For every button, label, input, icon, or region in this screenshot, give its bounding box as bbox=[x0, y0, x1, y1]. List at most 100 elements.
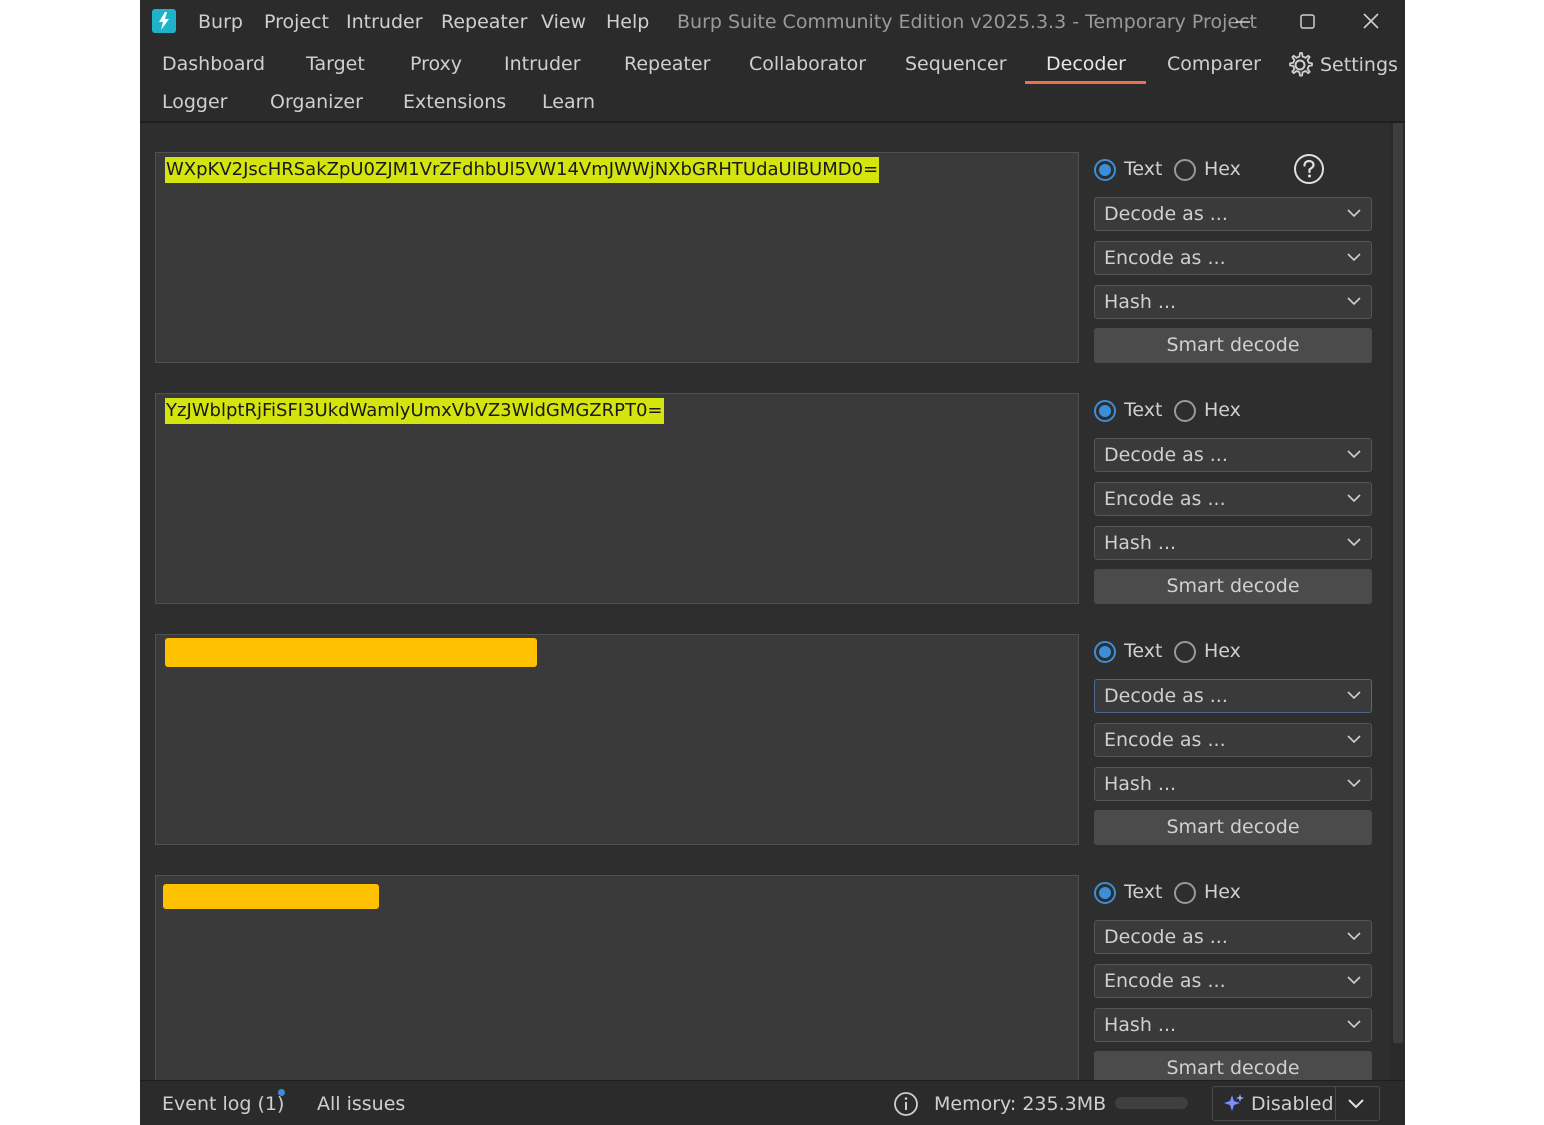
editor-2-text: YzJWblptRjFiSFI3UkdWamlyUmxVbVZ3WldGMGZR… bbox=[165, 398, 664, 424]
menu-burp[interactable]: Burp bbox=[198, 11, 243, 33]
format-toggle-1: Text Hex bbox=[1094, 158, 1294, 187]
tab-intruder[interactable]: Intruder bbox=[504, 53, 581, 75]
menu-project[interactable]: Project bbox=[264, 11, 329, 33]
hex-radio-1[interactable] bbox=[1174, 159, 1196, 181]
text-radio-3[interactable] bbox=[1094, 641, 1116, 663]
window-title: Burp Suite Community Edition v2025.3.3 -… bbox=[677, 11, 1257, 33]
hex-radio-2[interactable] bbox=[1174, 400, 1196, 422]
ai-state-label: Disabled bbox=[1251, 1093, 1334, 1115]
minimize-button[interactable] bbox=[1223, 6, 1263, 38]
text-radio-label-2: Text bbox=[1124, 399, 1163, 421]
tab-settings[interactable]: Settings bbox=[1320, 54, 1398, 76]
scrollbar-thumb[interactable] bbox=[1393, 123, 1403, 1043]
tab-proxy[interactable]: Proxy bbox=[410, 53, 462, 75]
tab-target[interactable]: Target bbox=[306, 53, 365, 75]
help-icon[interactable] bbox=[1293, 153, 1325, 185]
chevron-down-icon bbox=[1347, 779, 1361, 788]
chevron-down-icon bbox=[1347, 691, 1361, 700]
tab-logger[interactable]: Logger bbox=[162, 91, 228, 113]
smart-decode-button-1[interactable]: Smart decode bbox=[1094, 328, 1372, 363]
encode-as-label-3: Encode as ... bbox=[1104, 729, 1226, 751]
tab-comparer[interactable]: Comparer bbox=[1167, 53, 1261, 75]
editor-1-text: WXpKV2JscHRSakZpU0ZJM1VrZFdhbUl5VW14VmJW… bbox=[165, 157, 880, 183]
smart-decode-button-3[interactable]: Smart decode bbox=[1094, 810, 1372, 845]
text-radio-2[interactable] bbox=[1094, 400, 1116, 422]
chevron-down-icon bbox=[1347, 538, 1361, 547]
decoder-editor-2[interactable]: YzJWblptRjFiSFI3UkdWamlyUmxVbVZ3WldGMGZR… bbox=[155, 393, 1079, 604]
maximize-button[interactable] bbox=[1287, 6, 1327, 38]
close-button[interactable] bbox=[1351, 6, 1391, 38]
memory-readout: Memory: 235.3MB bbox=[934, 1093, 1107, 1115]
event-log-link[interactable]: Event log (1) bbox=[162, 1093, 284, 1115]
decode-as-select-1[interactable]: Decode as ... bbox=[1094, 197, 1372, 231]
format-toggle-3: Text Hex bbox=[1094, 640, 1294, 669]
hex-radio-label-1: Hex bbox=[1204, 158, 1241, 180]
decode-as-label-2: Decode as ... bbox=[1104, 444, 1228, 466]
decode-as-select-4[interactable]: Decode as ... bbox=[1094, 920, 1372, 954]
hash-label-1: Hash ... bbox=[1104, 291, 1177, 313]
text-radio-label-4: Text bbox=[1124, 881, 1163, 903]
tab-learn[interactable]: Learn bbox=[542, 91, 595, 113]
hex-radio-label-3: Hex bbox=[1204, 640, 1241, 662]
hash-label-4: Hash ... bbox=[1104, 1014, 1177, 1036]
chevron-down-icon bbox=[1347, 253, 1361, 262]
notification-dot bbox=[278, 1089, 285, 1096]
chevron-down-icon bbox=[1347, 209, 1361, 218]
encode-as-select-3[interactable]: Encode as ... bbox=[1094, 723, 1372, 757]
chevron-down-icon bbox=[1347, 976, 1361, 985]
title-bar: Burp Project Intruder Repeater View Help… bbox=[140, 0, 1405, 46]
hex-radio-label-2: Hex bbox=[1204, 399, 1241, 421]
tab-repeater[interactable]: Repeater bbox=[624, 53, 710, 75]
active-tab-indicator bbox=[1025, 81, 1146, 84]
menu-view[interactable]: View bbox=[541, 11, 586, 33]
encode-as-select-4[interactable]: Encode as ... bbox=[1094, 964, 1372, 998]
tab-sequencer[interactable]: Sequencer bbox=[905, 53, 1007, 75]
decode-as-label-3: Decode as ... bbox=[1104, 685, 1228, 707]
hex-radio-label-4: Hex bbox=[1204, 881, 1241, 903]
gear-icon[interactable] bbox=[1285, 50, 1315, 80]
menu-help[interactable]: Help bbox=[606, 11, 649, 33]
hash-label-2: Hash ... bbox=[1104, 532, 1177, 554]
chevron-down-icon[interactable] bbox=[1347, 1098, 1365, 1110]
tab-decoder[interactable]: Decoder bbox=[1046, 53, 1126, 75]
tab-organizer[interactable]: Organizer bbox=[270, 91, 363, 113]
menu-intruder[interactable]: Intruder bbox=[346, 11, 423, 33]
sparkle-icon bbox=[1224, 1094, 1244, 1111]
vertical-scrollbar[interactable] bbox=[1390, 123, 1405, 1080]
format-toggle-2: Text Hex bbox=[1094, 399, 1294, 428]
status-bar: Event log (1) All issues Memory: 235.3MB… bbox=[140, 1080, 1405, 1125]
decoder-editor-3[interactable] bbox=[155, 634, 1079, 845]
hash-select-2[interactable]: Hash ... bbox=[1094, 526, 1372, 560]
ai-toggle-button[interactable]: Disabled bbox=[1212, 1086, 1380, 1121]
all-issues-link[interactable]: All issues bbox=[317, 1093, 405, 1115]
info-icon bbox=[893, 1091, 919, 1117]
hash-label-3: Hash ... bbox=[1104, 773, 1177, 795]
hash-select-3[interactable]: Hash ... bbox=[1094, 767, 1372, 801]
chevron-down-icon bbox=[1347, 494, 1361, 503]
hash-select-4[interactable]: Hash ... bbox=[1094, 1008, 1372, 1042]
text-radio-label-3: Text bbox=[1124, 640, 1163, 662]
tab-collaborator[interactable]: Collaborator bbox=[749, 53, 866, 75]
smart-decode-button-2[interactable]: Smart decode bbox=[1094, 569, 1372, 604]
encode-as-select-2[interactable]: Encode as ... bbox=[1094, 482, 1372, 516]
text-radio-label-1: Text bbox=[1124, 158, 1163, 180]
decoder-editor-1[interactable]: WXpKV2JscHRSakZpU0ZJM1VrZFdhbUl5VW14VmJW… bbox=[155, 152, 1079, 363]
decoder-editor-4[interactable] bbox=[155, 875, 1079, 1081]
encode-as-label-1: Encode as ... bbox=[1104, 247, 1226, 269]
text-radio-1[interactable] bbox=[1094, 159, 1116, 181]
decode-as-select-2[interactable]: Decode as ... bbox=[1094, 438, 1372, 472]
hex-radio-3[interactable] bbox=[1174, 641, 1196, 663]
text-radio-4[interactable] bbox=[1094, 882, 1116, 904]
chevron-down-icon bbox=[1347, 297, 1361, 306]
hash-select-1[interactable]: Hash ... bbox=[1094, 285, 1372, 319]
chevron-down-icon bbox=[1347, 450, 1361, 459]
redacted-text-4 bbox=[163, 884, 379, 909]
hex-radio-4[interactable] bbox=[1174, 882, 1196, 904]
menu-repeater[interactable]: Repeater bbox=[441, 11, 527, 33]
tab-dashboard[interactable]: Dashboard bbox=[162, 53, 265, 75]
memory-usage-bar bbox=[1115, 1097, 1188, 1109]
encode-as-select-1[interactable]: Encode as ... bbox=[1094, 241, 1372, 275]
tab-extensions[interactable]: Extensions bbox=[403, 91, 506, 113]
encode-as-label-2: Encode as ... bbox=[1104, 488, 1226, 510]
decode-as-select-3[interactable]: Decode as ... bbox=[1094, 679, 1372, 713]
